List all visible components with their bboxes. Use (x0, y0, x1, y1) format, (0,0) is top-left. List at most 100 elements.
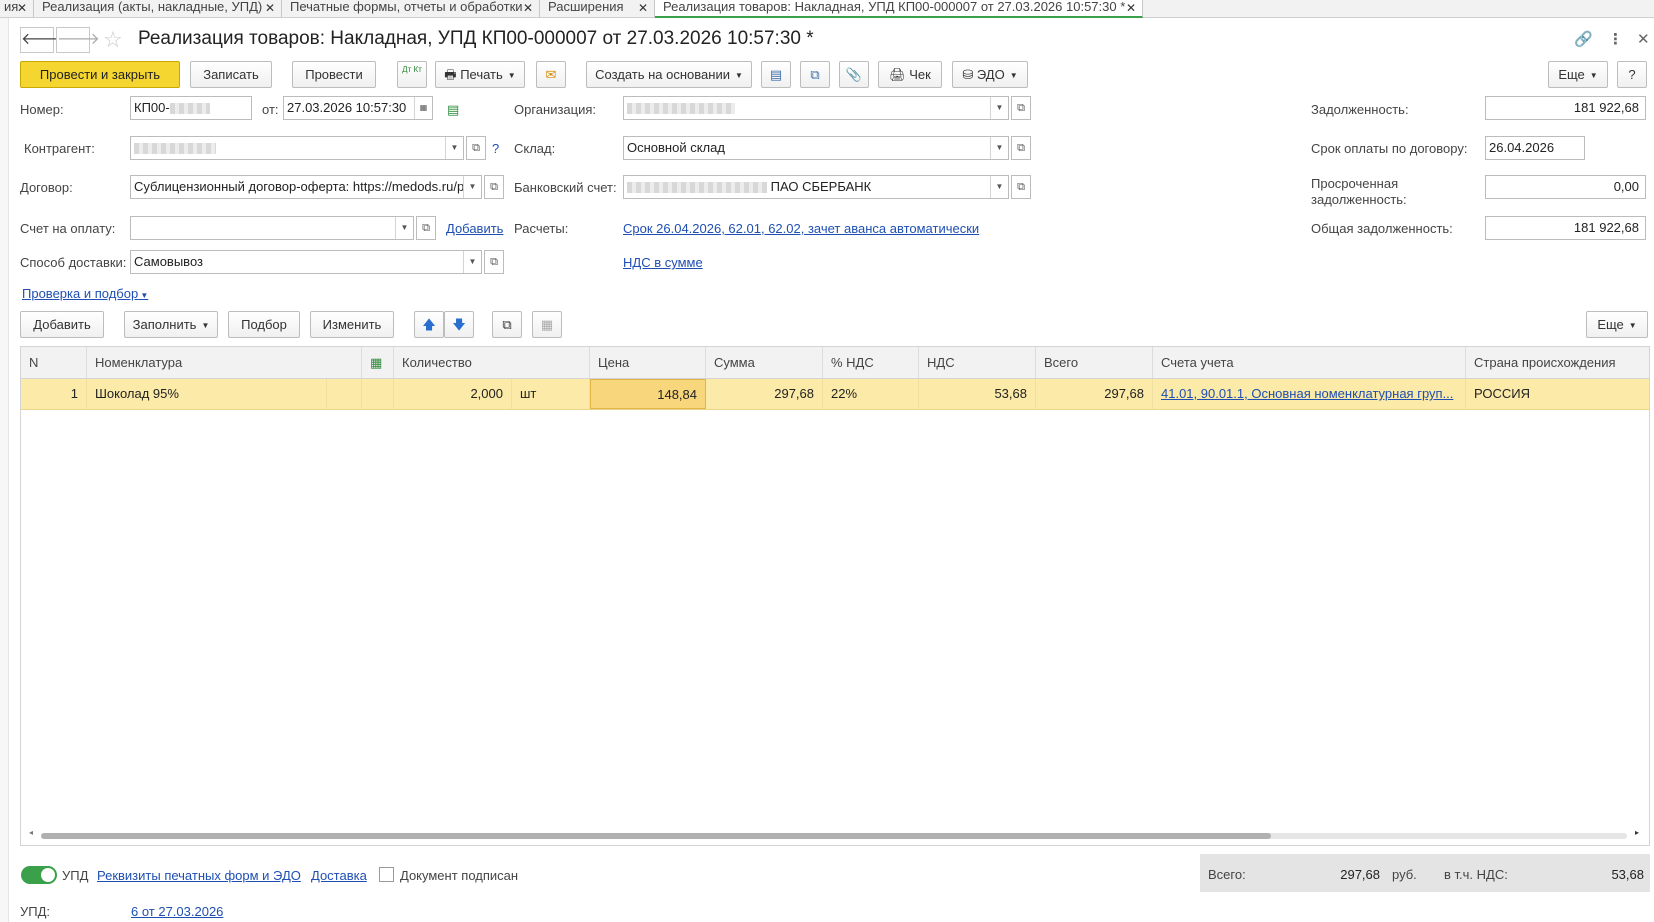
scroll-thumb[interactable] (41, 833, 1271, 839)
save-button[interactable]: Записать (190, 61, 272, 88)
close-icon[interactable]: ✕ (638, 1, 648, 15)
chevron-down-icon[interactable]: ▼ (395, 217, 413, 239)
date-field[interactable]: 27.03.2026 10:57:30 ▦ (283, 96, 433, 120)
chevron-down-icon[interactable]: ▼ (990, 176, 1008, 198)
close-icon[interactable]: ✕ (17, 1, 27, 15)
fill-button[interactable]: Заполнить ▼ (124, 311, 218, 338)
post-button[interactable]: Провести (292, 61, 376, 88)
add-invoice-link[interactable]: Добавить (446, 221, 503, 236)
print-button[interactable]: 🖶 Печать ▼ (435, 61, 525, 88)
tab-current-document[interactable]: Реализация товаров: Накладная, УПД КП00-… (655, 0, 1143, 18)
table-more-button[interactable]: Еще ▼ (1586, 311, 1648, 338)
chevron-down-icon[interactable]: ▼ (445, 137, 463, 159)
col-header-total[interactable]: Всего (1036, 347, 1153, 378)
open-icon[interactable]: ⧉ (484, 250, 504, 274)
upd-toggle[interactable] (21, 866, 57, 884)
cell-vat-rate[interactable]: 22% (823, 379, 919, 409)
structure-button[interactable]: ⧉ (800, 61, 830, 88)
delivery-link[interactable]: Доставка (311, 868, 367, 883)
cell-unit[interactable]: шт (512, 379, 590, 409)
cell-vat[interactable]: 53,68 (919, 379, 1036, 409)
copy-rows-button[interactable]: ⧉ (492, 311, 522, 338)
cell-price[interactable]: 148,84 (590, 379, 706, 409)
col-header-qty[interactable]: Количество (394, 347, 590, 378)
open-icon[interactable]: ⧉ (484, 175, 504, 199)
cell-n[interactable]: 1 (21, 379, 87, 409)
chevron-down-icon[interactable]: ▼ (463, 176, 481, 198)
add-row-button[interactable]: Добавить (20, 311, 104, 338)
forward-button[interactable]: 🡒 (56, 27, 100, 53)
organization-field[interactable]: ▼ (623, 96, 1009, 120)
move-down-button[interactable]: 🡇 (444, 311, 474, 338)
invoice-field[interactable]: ▼ (130, 216, 414, 240)
receipt-button[interactable]: 🖨 Чек (878, 61, 942, 88)
bank-account-field[interactable]: ПАО СБЕРБАНК ▼ (623, 175, 1009, 199)
create-based-on-button[interactable]: Создать на основании ▼ (586, 61, 752, 88)
open-icon[interactable]: ⧉ (416, 216, 436, 240)
help-button[interactable]: ? (1617, 61, 1647, 88)
cell-qty[interactable]: 2,000 (394, 379, 512, 409)
paste-rows-button[interactable]: ▦ (532, 311, 562, 338)
col-header-n[interactable]: N (21, 347, 87, 378)
spreadsheet-icon[interactable]: ▦ (362, 347, 394, 378)
close-icon[interactable]: ✕ (265, 1, 275, 15)
tab-sales-list[interactable]: Реализация (акты, накладные, УПД) ✕ (34, 0, 282, 18)
tab-partial[interactable]: ия ✕ (0, 0, 34, 18)
horizontal-scrollbar[interactable]: ◂ ▸ (29, 828, 1639, 839)
pick-button[interactable]: Подбор (228, 311, 300, 338)
change-button[interactable]: Изменить (310, 311, 394, 338)
chevron-down-icon[interactable]: ▼ (463, 251, 481, 273)
open-icon[interactable]: ⧉ (1011, 96, 1031, 120)
link-icon[interactable]: 🔗 (1574, 30, 1593, 48)
document-signed-checkbox[interactable] (379, 867, 394, 882)
chevron-down-icon[interactable]: ▼ (990, 97, 1008, 119)
help-question-icon[interactable]: ? (492, 141, 499, 156)
cell-blank[interactable] (362, 379, 394, 409)
email-button[interactable]: ✉ (536, 61, 566, 88)
dt-kt-button[interactable]: Дт Кт (397, 61, 427, 88)
table-row[interactable]: 1 Шоколад 95% 2,000 шт 148,84 297,68 22%… (21, 379, 1649, 410)
calendar-icon[interactable]: ▦ (414, 97, 432, 119)
col-header-sum[interactable]: Сумма (706, 347, 823, 378)
vat-in-sum-link[interactable]: НДС в сумме (623, 255, 703, 270)
move-up-button[interactable]: 🡅 (414, 311, 444, 338)
col-header-vat[interactable]: НДС (919, 347, 1036, 378)
post-and-close-button[interactable]: Провести и закрыть (20, 61, 180, 88)
cell-total[interactable]: 297,68 (1036, 379, 1153, 409)
print-requisites-link[interactable]: Реквизиты печатных форм и ЭДО (97, 868, 301, 883)
scroll-left-icon[interactable]: ◂ (29, 828, 33, 837)
cell-country[interactable]: РОССИЯ (1466, 379, 1651, 409)
cell-item[interactable]: Шоколад 95% (87, 379, 327, 409)
check-and-pick-link[interactable]: Проверка и подбор ▼ (22, 286, 148, 301)
upd-link[interactable]: 6 от 27.03.2026 (131, 904, 223, 919)
open-icon[interactable]: ⧉ (466, 136, 486, 160)
col-header-price[interactable]: Цена (590, 347, 706, 378)
close-icon[interactable]: ✕ (1637, 30, 1650, 48)
cell-sum[interactable]: 297,68 (706, 379, 823, 409)
counterparty-field[interactable]: ▼ (130, 136, 464, 160)
open-icon[interactable]: ⧉ (1011, 175, 1031, 199)
delivery-field[interactable]: Самовывоз ▼ (130, 250, 482, 274)
scroll-right-icon[interactable]: ▸ (1635, 828, 1639, 837)
col-header-accounts[interactable]: Счета учета (1153, 347, 1466, 378)
cell-blank[interactable] (327, 379, 362, 409)
back-button[interactable]: 🡐 (20, 27, 64, 53)
more-vertical-icon[interactable]: ⋮ (1608, 30, 1623, 48)
more-button[interactable]: Еще ▼ (1548, 61, 1608, 88)
number-field[interactable]: КП00- (130, 96, 252, 120)
open-icon[interactable]: ⧉ (1011, 136, 1031, 160)
col-header-item[interactable]: Номенклатура (87, 347, 362, 378)
col-header-vat-rate[interactable]: % НДС (823, 347, 919, 378)
cell-accounts-link[interactable]: 41.01, 90.01.1, Основная номенклатурная … (1153, 379, 1466, 409)
tab-print-forms[interactable]: Печатные формы, отчеты и обработки ✕ (282, 0, 540, 18)
tab-extensions[interactable]: Расширения ✕ (540, 0, 655, 18)
favorite-star-icon[interactable]: ☆ (103, 27, 123, 53)
chevron-down-icon[interactable]: ▼ (990, 137, 1008, 159)
goods-table[interactable]: N Номенклатура ▦ Количество Цена Сумма %… (20, 346, 1650, 846)
close-icon[interactable]: ✕ (1126, 1, 1136, 15)
document-journal-button[interactable]: ▤ (761, 61, 791, 88)
attach-button[interactable]: 📎 (839, 61, 869, 88)
warehouse-field[interactable]: Основной склад ▼ (623, 136, 1009, 160)
contract-field[interactable]: Сублицензионный договор-оферта: https://… (130, 175, 482, 199)
close-icon[interactable]: ✕ (523, 1, 533, 15)
